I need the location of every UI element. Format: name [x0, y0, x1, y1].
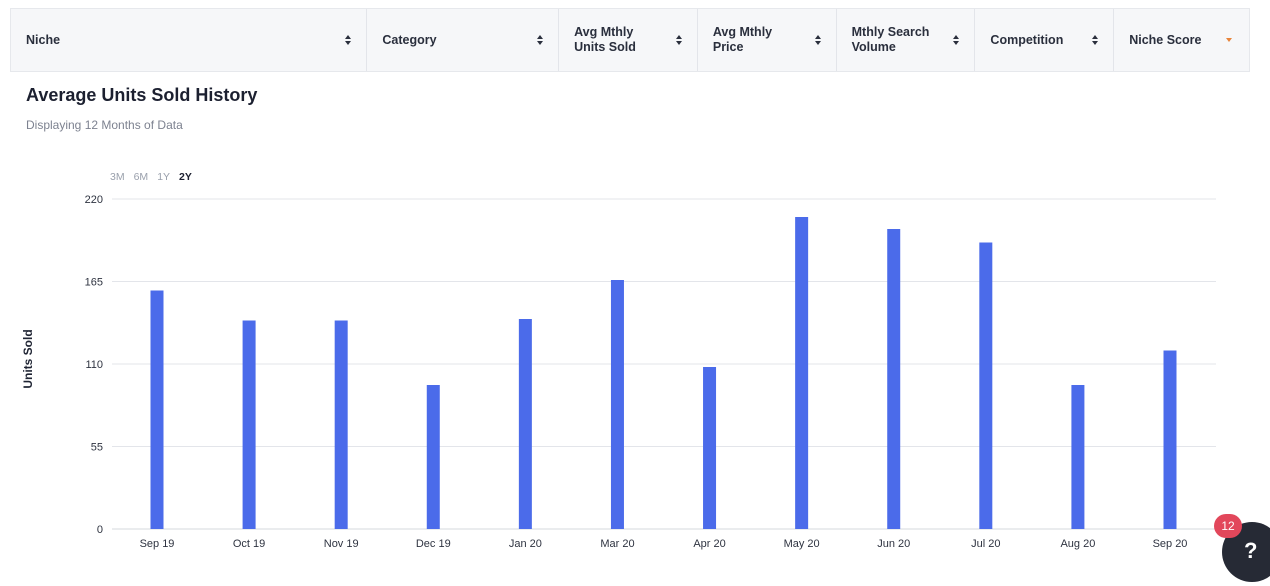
x-tick-label: Aug 20	[1060, 538, 1095, 550]
y-tick-label: 220	[85, 194, 103, 206]
x-tick-label: Nov 19	[324, 538, 359, 550]
x-tick-label: Apr 20	[693, 538, 725, 550]
units-sold-bar-chart: 0 55 110 165 220 Sep 19 Oct 19 Nov 19 Dec 19 Jan …	[85, 194, 1216, 550]
bar-sep-19[interactable]	[150, 290, 164, 530]
bar-dec-19[interactable]	[426, 385, 440, 529]
question-mark-icon: ?	[1244, 538, 1258, 563]
x-tick-label: Sep 19	[140, 538, 175, 550]
bar-mar-20[interactable]	[610, 280, 624, 529]
bar-sep-20[interactable]	[1163, 350, 1177, 530]
x-tick-label: Jun 20	[877, 538, 910, 550]
x-tick-label: May 20	[784, 538, 820, 550]
y-tick-label: 165	[85, 277, 103, 289]
bar-nov-19[interactable]	[334, 320, 348, 530]
x-tick-label: Jul 20	[971, 538, 1000, 550]
bar-may-20[interactable]	[795, 217, 809, 529]
bar-jun-20[interactable]	[887, 229, 901, 529]
x-tick-label: Mar 20	[600, 538, 634, 550]
bar-jul-20[interactable]	[979, 242, 993, 530]
notification-badge: 12	[1214, 514, 1242, 538]
bar-apr-20[interactable]	[703, 367, 717, 529]
y-tick-label: 0	[97, 524, 103, 536]
x-tick-label: Oct 19	[233, 538, 265, 550]
y-tick-label: 110	[85, 359, 103, 371]
bar-aug-20[interactable]	[1071, 385, 1085, 529]
y-tick-label: 55	[91, 442, 103, 454]
x-tick-label: Sep 20	[1153, 538, 1188, 550]
bar-jan-20[interactable]	[518, 319, 532, 529]
x-tick-label: Dec 19	[416, 538, 451, 550]
x-tick-label: Jan 20	[509, 538, 542, 550]
bar-oct-19[interactable]	[242, 320, 256, 530]
